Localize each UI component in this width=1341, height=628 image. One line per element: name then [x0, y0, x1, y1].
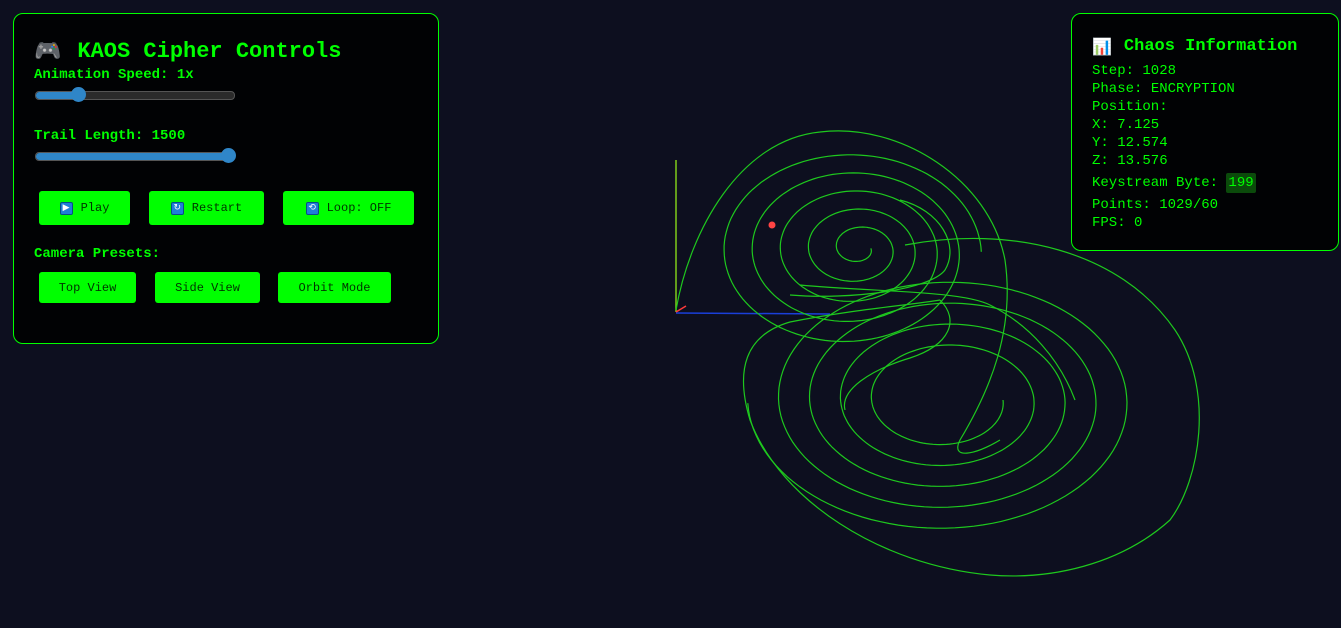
bar-chart-icon: 📊 — [1092, 37, 1112, 56]
orbit-mode-button[interactable]: Orbit Mode — [278, 272, 391, 303]
position-label: Position: — [1092, 99, 1168, 115]
gamepad-icon: 🎮 — [34, 39, 62, 64]
side-view-button[interactable]: Side View — [155, 272, 260, 303]
keystream-line: Keystream Byte: 199 — [1092, 173, 1318, 193]
trail-connector-2 — [799, 284, 1076, 401]
info-title: 📊 Chaos Information — [1092, 36, 1318, 58]
trail-slider-fill — [36, 153, 229, 160]
position-x: X: 7.125 — [1092, 117, 1160, 133]
points-count: Points: 1029/60 — [1092, 197, 1219, 213]
restart-button[interactable]: ↻ Restart — [149, 191, 264, 225]
info-title-text: Chaos Information — [1123, 37, 1298, 56]
z-axis-line — [675, 305, 687, 313]
step-value: Step: 1028 — [1092, 63, 1177, 79]
play-button-label: Play — [80, 201, 110, 215]
trail-outer-loop — [742, 237, 1200, 577]
speed-slider-thumb[interactable] — [70, 87, 86, 102]
position-z: Z: 13.576 — [1092, 153, 1168, 169]
keystream-label: Keystream Byte: — [1092, 175, 1227, 191]
keystream-byte-badge: 199 — [1226, 173, 1256, 193]
restart-button-label: Restart — [191, 201, 243, 215]
phase-value: ENCRYPTION — [1150, 81, 1235, 97]
restart-icon: ↻ — [170, 201, 184, 215]
loop-icon: ⟲ — [305, 201, 319, 215]
phase-line: Phase: ENCRYPTION — [1092, 80, 1318, 98]
camera-presets-label: Camera Presets: — [34, 246, 161, 262]
current-position-marker — [768, 221, 776, 229]
loop-button-label: Loop: OFF — [326, 201, 392, 215]
x-axis-line — [675, 312, 831, 315]
top-view-button[interactable]: Top View — [39, 272, 136, 303]
trail-slider-thumb[interactable] — [221, 148, 237, 163]
trail-slider[interactable] — [35, 148, 237, 163]
controls-title-text: KAOS Cipher Controls — [77, 39, 342, 64]
speed-label: Animation Speed: 1x — [34, 67, 194, 83]
fps-counter: FPS: 0 — [1092, 215, 1143, 231]
controls-title: 🎮 KAOS Cipher Controls — [34, 38, 418, 66]
controls-panel: 🎮 KAOS Cipher Controls Animation Speed: … — [13, 13, 439, 344]
position-y: Y: 12.574 — [1092, 135, 1168, 151]
play-icon: ▶ — [59, 201, 73, 215]
play-button[interactable]: ▶ Play — [39, 191, 130, 225]
phase-label: Phase: — [1092, 81, 1151, 97]
trail-connector-1 — [789, 199, 951, 297]
loop-button[interactable]: ⟲ Loop: OFF — [283, 191, 414, 225]
trail-label: Trail Length: 1500 — [34, 128, 186, 144]
speed-slider[interactable] — [35, 87, 235, 102]
chaos-info-panel: 📊 Chaos Information Step: 1028 Phase: EN… — [1071, 13, 1339, 251]
